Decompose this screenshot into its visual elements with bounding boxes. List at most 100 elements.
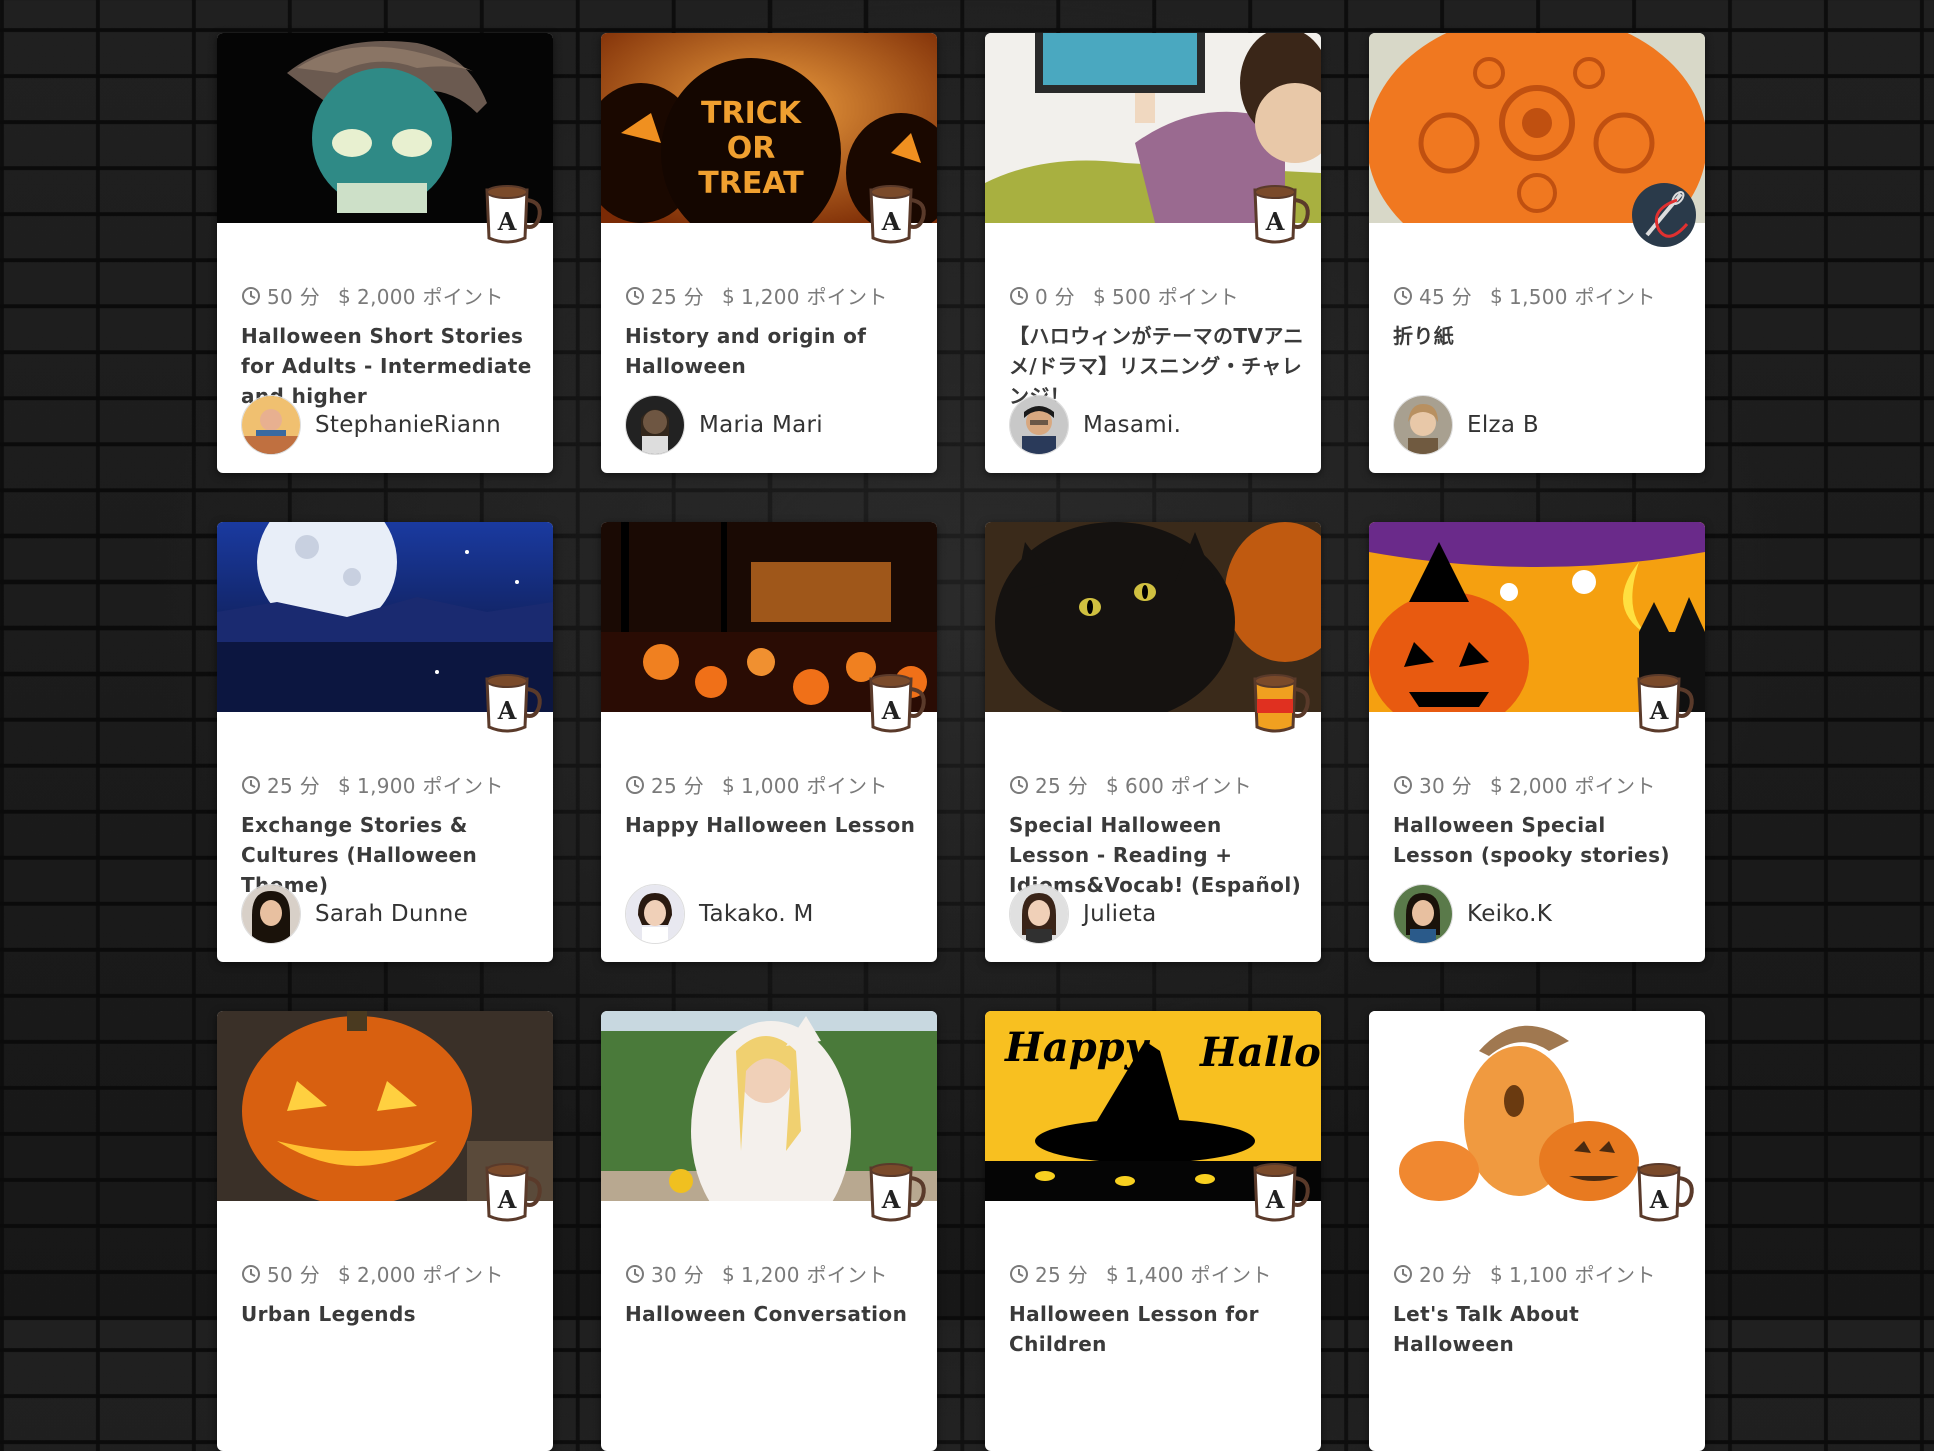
lesson-card[interactable]: A 20 分 $ 1,100 ポイント Let's Talk About Hal… [1369, 1011, 1705, 1451]
lesson-meta: 25 分 $ 1,400 ポイント [1009, 1259, 1272, 1288]
lesson-price: 1,500 ポイント [1509, 285, 1656, 309]
lesson-meta: 25 分 $ 1,000 ポイント [625, 770, 888, 799]
lesson-duration: 30 分 [1419, 774, 1473, 798]
svg-text:A: A [1649, 696, 1669, 725]
svg-text:A: A [497, 207, 517, 236]
teacher-info[interactable]: Keiko.K [1393, 884, 1552, 944]
lesson-meta: 30 分 $ 1,200 ポイント [625, 1259, 888, 1288]
clock-icon [242, 775, 260, 794]
clock-icon [1010, 286, 1028, 305]
lesson-price: 2,000 ポイント [357, 285, 504, 309]
teacher-info[interactable]: Maria Mari [625, 395, 823, 455]
lesson-duration: 0 分 [1035, 285, 1075, 309]
clock-icon [626, 286, 644, 305]
lesson-grid-page: A 50 分 $ 2,000 ポイント Halloween Short Stor… [0, 0, 1934, 1451]
svg-text:A: A [1265, 1185, 1285, 1214]
lesson-card[interactable]: 45 分 $ 1,500 ポイント 折り紙 Elza B [1369, 33, 1705, 473]
dollar-icon: $ [1490, 772, 1504, 797]
dollar-icon: $ [1490, 1261, 1504, 1286]
lesson-meta: 25 分 $ 1,200 ポイント [625, 281, 888, 310]
lesson-meta: 25 分 $ 1,900 ポイント [241, 770, 504, 799]
lesson-card[interactable]: Happy Hallow A 25 分 $ 1,400 ポイント Ha [985, 1011, 1321, 1451]
teacher-name: StephanieRiann [315, 412, 501, 438]
svg-text:TREAT: TREAT [698, 166, 804, 201]
teacher-name: Sarah Dunne [315, 901, 469, 927]
teacher-info[interactable]: Julieta [1009, 884, 1157, 944]
clock-icon [242, 1264, 260, 1283]
lesson-title[interactable]: Halloween Lesson for Children [1009, 1299, 1309, 1359]
dollar-icon: $ [1106, 1261, 1120, 1286]
lesson-card[interactable]: A 30 分 $ 2,000 ポイント Halloween Special Le… [1369, 522, 1705, 962]
lesson-card[interactable]: A 25 分 $ 1,900 ポイント Exchange Stories & C… [217, 522, 553, 962]
clock-icon [1010, 1264, 1028, 1283]
teacher-info[interactable]: Masami. [1009, 395, 1181, 455]
teacher-avatar [1393, 884, 1453, 944]
dollar-icon: $ [722, 772, 736, 797]
lesson-duration: 25 分 [1035, 1263, 1089, 1287]
lesson-title[interactable]: Let's Talk About Halloween [1393, 1299, 1693, 1359]
coffee-cup-icon: A [861, 180, 931, 250]
lesson-duration: 30 分 [651, 1263, 705, 1287]
teacher-info[interactable]: Sarah Dunne [241, 884, 468, 944]
needle-thread-icon [1629, 180, 1699, 250]
teacher-avatar [241, 884, 301, 944]
lesson-card[interactable]: TRICK OR TREAT A 25 分 $ 1,200 ポイント Histo… [601, 33, 937, 473]
coffee-cup-icon: A [861, 669, 931, 739]
lesson-price: 1,200 ポイント [741, 285, 888, 309]
lesson-card[interactable]: 25 分 $ 600 ポイント Special Halloween Lesson… [985, 522, 1321, 962]
lesson-card[interactable]: A 25 分 $ 1,000 ポイント Happy Halloween Less… [601, 522, 937, 962]
dollar-icon: $ [722, 1261, 736, 1286]
lesson-title[interactable]: Halloween Special Lesson (spooky stories… [1393, 810, 1693, 870]
svg-text:OR: OR [727, 131, 776, 166]
teacher-name: Maria Mari [699, 412, 823, 438]
lesson-duration: 20 分 [1419, 1263, 1473, 1287]
lesson-card[interactable]: A 30 分 $ 1,200 ポイント Halloween Conversati… [601, 1011, 937, 1451]
svg-text:A: A [1649, 1185, 1669, 1214]
lesson-title[interactable]: Urban Legends [241, 1299, 541, 1329]
dollar-icon: $ [338, 1261, 352, 1286]
lesson-duration: 25 分 [651, 285, 705, 309]
teacher-avatar [1009, 395, 1069, 455]
lesson-price: 1,900 ポイント [357, 774, 504, 798]
teacher-info[interactable]: Elza B [1393, 395, 1539, 455]
clock-icon [1394, 286, 1412, 305]
lesson-card[interactable]: A 50 分 $ 2,000 ポイント Urban Legends [217, 1011, 553, 1451]
lesson-meta: 25 分 $ 600 ポイント [1009, 770, 1252, 799]
teacher-info[interactable]: StephanieRiann [241, 395, 501, 455]
lesson-price: 1,000 ポイント [741, 774, 888, 798]
lesson-duration: 50 分 [267, 1263, 321, 1287]
lesson-meta: 50 分 $ 2,000 ポイント [241, 281, 504, 310]
lesson-duration: 25 分 [1035, 774, 1089, 798]
coffee-cup-icon: A [477, 669, 547, 739]
lesson-price: 2,000 ポイント [357, 1263, 504, 1287]
dollar-icon: $ [1490, 283, 1504, 308]
coffee-cup-icon: A [861, 1158, 931, 1228]
lesson-price: 1,400 ポイント [1125, 1263, 1272, 1287]
dollar-icon: $ [338, 283, 352, 308]
clock-icon [1394, 1264, 1412, 1283]
lesson-title[interactable]: 折り紙 [1393, 321, 1693, 351]
lesson-card[interactable]: A 50 分 $ 2,000 ポイント Halloween Short Stor… [217, 33, 553, 473]
lesson-meta: 30 分 $ 2,000 ポイント [1393, 770, 1656, 799]
coffee-cup-icon: A [1245, 1158, 1315, 1228]
coffee-cup-icon: A [1629, 669, 1699, 739]
lesson-title[interactable]: Happy Halloween Lesson [625, 810, 925, 840]
teacher-avatar [1393, 395, 1453, 455]
dollar-icon: $ [722, 283, 736, 308]
coffee-cup-icon: A [477, 1158, 547, 1228]
lesson-meta: 0 分 $ 500 ポイント [1009, 281, 1239, 310]
clock-icon [626, 1264, 644, 1283]
teacher-info[interactable]: Takako. M [625, 884, 814, 944]
lesson-meta: 20 分 $ 1,100 ポイント [1393, 1259, 1656, 1288]
svg-text:TRICK: TRICK [701, 96, 803, 131]
lesson-title[interactable]: Halloween Conversation [625, 1299, 925, 1329]
teacher-name: Elza B [1467, 412, 1539, 438]
coffee-cup-icon: A [477, 180, 547, 250]
lesson-card[interactable]: A 0 分 $ 500 ポイント 【ハロウィンがテーマのTVアニメ/ドラマ】リス… [985, 33, 1321, 473]
clock-icon [626, 775, 644, 794]
clock-icon [1010, 775, 1028, 794]
dollar-icon: $ [1092, 283, 1107, 308]
svg-text:A: A [1265, 207, 1285, 236]
lesson-title[interactable]: History and origin of Halloween [625, 321, 925, 381]
lesson-grid: A 50 分 $ 2,000 ポイント Halloween Short Stor… [0, 0, 1934, 1451]
